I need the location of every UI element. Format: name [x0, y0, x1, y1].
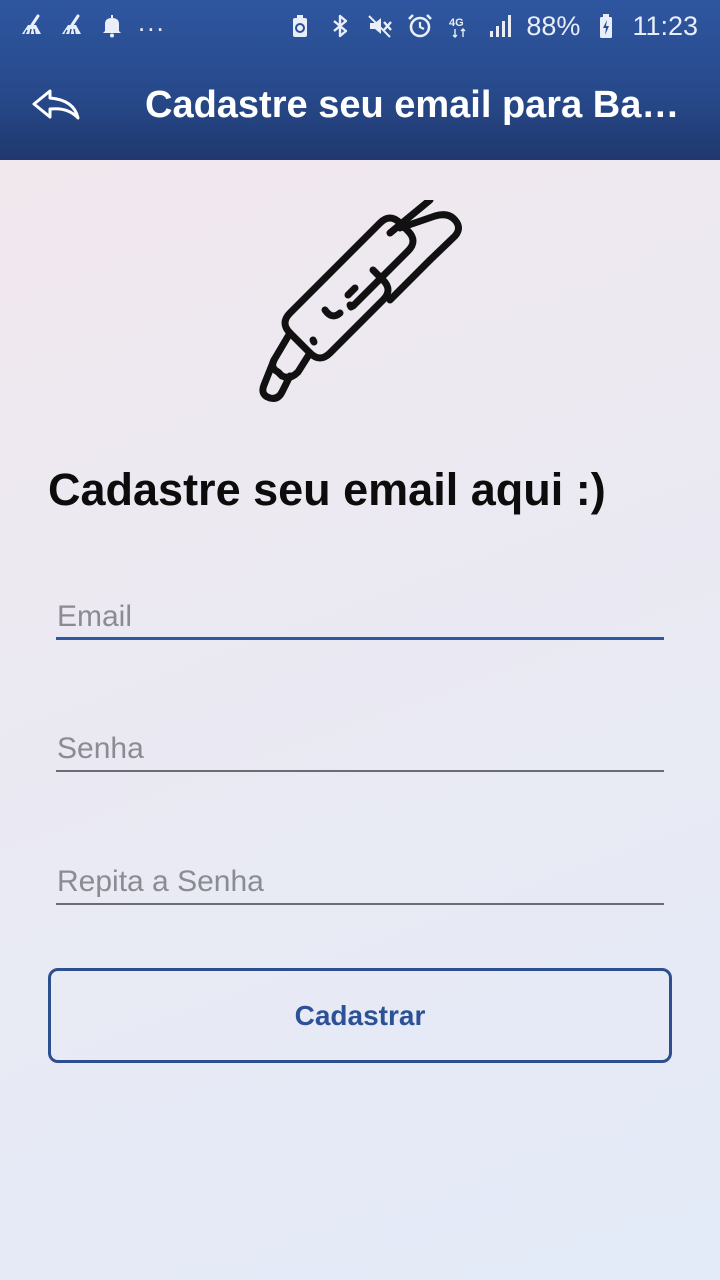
toolbar: Cadastre seu email para Backup [0, 52, 720, 160]
email-field-wrapper [56, 584, 664, 640]
battery-saver-icon [286, 12, 314, 40]
more-notifications: ... [138, 6, 166, 37]
battery-percent: 88% [526, 10, 581, 41]
back-arrow-icon [32, 89, 80, 120]
form-heading: Cadastre seu email aqui :) [48, 464, 606, 515]
clock: 11:23 [632, 10, 698, 41]
status-bar: ... 4G 88% 11:23 [0, 0, 720, 52]
email-field-underline [56, 637, 664, 640]
notification-bell-icon [98, 12, 126, 40]
repeat-password-field-underline [56, 903, 664, 905]
password-field-wrapper [56, 716, 664, 772]
mute-icon [366, 12, 394, 40]
repeat-password-field[interactable] [56, 849, 664, 905]
alarm-icon [406, 12, 434, 40]
network-4g-icon: 4G [446, 12, 474, 40]
repeat-password-field-wrapper [56, 849, 664, 905]
email-field[interactable] [56, 584, 664, 640]
cleaner-icon [58, 12, 86, 40]
svg-text:4G: 4G [449, 17, 464, 29]
signal-icon [486, 12, 514, 40]
password-field[interactable] [56, 716, 664, 772]
password-field-underline [56, 770, 664, 772]
cleaner-icon [18, 12, 46, 40]
back-button[interactable] [26, 76, 86, 136]
battery-charging-icon [592, 12, 620, 40]
status-right: 4G 88% 11:23 [286, 11, 698, 42]
submit-button[interactable]: Cadastrar [48, 968, 672, 1063]
app-bar: ... 4G 88% 11:23 Cadastre seu email para… [0, 0, 720, 160]
page-title: Cadastre seu email para Backup [145, 84, 690, 126]
bluetooth-icon [326, 12, 354, 40]
pen-icon [259, 200, 462, 402]
status-left: ... [18, 7, 166, 40]
